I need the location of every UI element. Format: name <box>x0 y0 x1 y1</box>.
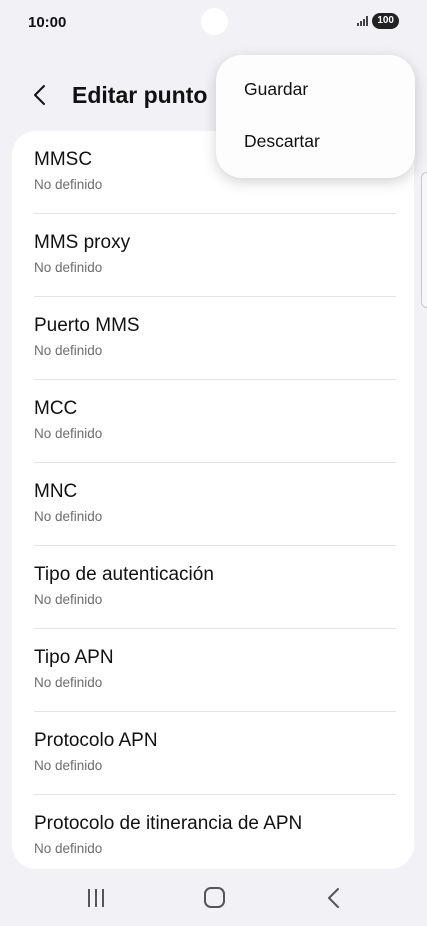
battery-badge: 100 <box>372 13 399 29</box>
status-time: 10:00 <box>28 14 67 31</box>
status-icons: 100 <box>357 13 399 29</box>
navigation-bar <box>0 870 427 926</box>
setting-value: No definido <box>34 343 103 358</box>
camera-cutout <box>201 8 228 35</box>
back-button[interactable] <box>28 80 54 110</box>
setting-label: MCC <box>34 398 78 419</box>
recents-icon <box>88 889 104 907</box>
setting-label: Protocolo de itinerancia de APN <box>34 813 303 834</box>
page-title: Editar punto <box>72 82 208 108</box>
setting-value: No definido <box>34 592 103 607</box>
back-arrow-icon <box>328 888 339 908</box>
chevron-left-icon <box>34 85 45 105</box>
signal-icon <box>357 16 369 26</box>
menu-item-save[interactable]: Guardar <box>216 65 415 115</box>
menu-item-discard[interactable]: Descartar <box>216 117 415 167</box>
setting-value: No definido <box>34 675 103 690</box>
setting-value: No definido <box>34 260 103 275</box>
home-button[interactable] <box>204 887 225 908</box>
setting-label: MMS proxy <box>34 232 131 253</box>
setting-row-mnc[interactable]: MNC No definido <box>12 463 414 546</box>
setting-row-mms-proxy[interactable]: MMS proxy No definido <box>12 214 414 297</box>
menu-item-label: Descartar <box>244 131 320 151</box>
setting-row-auth-type[interactable]: Tipo de autenticación No definido <box>12 546 414 629</box>
setting-label: Puerto MMS <box>34 315 140 336</box>
setting-label: Tipo APN <box>34 647 114 668</box>
setting-label: MNC <box>34 481 78 502</box>
overflow-menu: Guardar Descartar <box>216 55 415 178</box>
setting-label: MMSC <box>34 149 93 170</box>
setting-value: No definido <box>34 758 103 773</box>
setting-value: No definido <box>34 841 103 856</box>
status-bar: 10:00 100 <box>0 0 427 44</box>
setting-row-apn-type[interactable]: Tipo APN No definido <box>12 629 414 712</box>
recents-button[interactable] <box>86 887 106 914</box>
setting-row-mcc[interactable]: MCC No definido <box>12 380 414 463</box>
setting-label: Tipo de autenticación <box>34 564 214 585</box>
setting-value: No definido <box>34 426 103 441</box>
setting-value: No definido <box>34 509 103 524</box>
nav-back-button[interactable] <box>324 886 342 915</box>
menu-item-label: Guardar <box>244 79 309 99</box>
setting-label: Protocolo APN <box>34 730 158 751</box>
setting-row-apn-roaming-protocol[interactable]: Protocolo de itinerancia de APN No defin… <box>12 795 414 869</box>
scrollbar[interactable] <box>421 172 427 308</box>
settings-list: MMSC No definido MMS proxy No definido P… <box>12 131 414 869</box>
setting-row-mms-port[interactable]: Puerto MMS No definido <box>12 297 414 380</box>
setting-row-apn-protocol[interactable]: Protocolo APN No definido <box>12 712 414 795</box>
setting-value: No definido <box>34 177 103 192</box>
